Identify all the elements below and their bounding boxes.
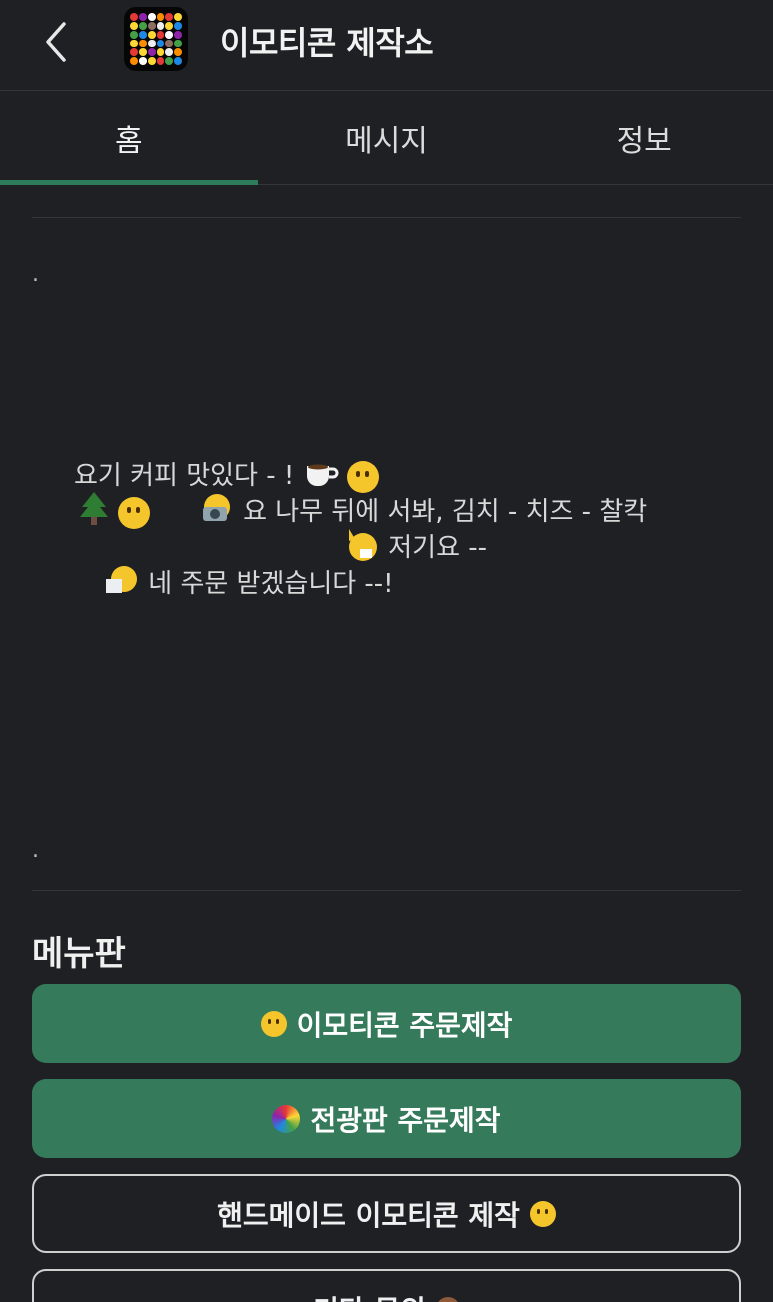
coffee-icon <box>303 458 339 495</box>
emoji-face-icon <box>260 1010 287 1037</box>
header: 이모티콘 제작소 <box>0 0 773 91</box>
other-inquiry-button[interactable]: 기타 문의 <box>32 1269 741 1302</box>
emoji-face-icon <box>529 1200 556 1227</box>
tree-icon <box>78 491 110 534</box>
camera-icon <box>199 493 235 532</box>
tab-home[interactable]: 홈 <box>0 91 258 185</box>
app-root: 이모티콘 제작소 홈 메시지 정보 . 요기 커피 맛있다 - ! 요 나무 뒤… <box>0 0 773 1302</box>
page-title: 이모티콘 제작소 <box>220 24 434 62</box>
intro-dot-top: . <box>32 262 39 287</box>
rainbow-face-icon <box>272 1104 301 1133</box>
order-emoticon-label: 이모티콘 주문제작 <box>296 1008 513 1042</box>
intro-line-4: 네 주문 받겠습니다 --! <box>104 563 394 604</box>
bear-icon <box>435 1296 460 1302</box>
intro-line-3-text: 저기요 -- <box>388 533 488 563</box>
intro-dot-bottom: . <box>32 838 39 863</box>
tab-info[interactable]: 정보 <box>515 91 773 184</box>
order-billboard-label: 전광판 주문제작 <box>310 1103 501 1137</box>
notepad-icon <box>104 565 140 604</box>
intro-line-2-text: 요 나무 뒤에 서봐, 김치 - 치즈 - 찰칵 <box>243 497 648 527</box>
handmade-emoticon-button[interactable]: 핸드메이드 이모티콘 제작 <box>32 1174 741 1253</box>
divider-top <box>32 217 741 218</box>
divider-bottom <box>32 890 741 891</box>
tab-bar: 홈 메시지 정보 <box>0 91 773 185</box>
channel-avatar[interactable] <box>124 7 188 71</box>
order-billboard-button[interactable]: 전광판 주문제작 <box>32 1079 741 1158</box>
emoji-face-icon <box>346 460 379 493</box>
order-emoticon-button[interactable]: 이모티콘 주문제작 <box>32 984 741 1063</box>
handmade-emoticon-label: 핸드메이드 이모티콘 제작 <box>217 1198 520 1232</box>
back-button[interactable] <box>32 18 80 66</box>
intro-line-1: 요기 커피 맛있다 - ! <box>74 455 379 495</box>
other-inquiry-label: 기타 문의 <box>313 1289 426 1302</box>
tab-messages[interactable]: 메시지 <box>258 91 516 184</box>
intro-line-4-text: 네 주문 받겠습니다 --! <box>148 569 394 599</box>
chevron-left-icon <box>46 22 66 62</box>
emoji-face-icon <box>118 496 151 529</box>
intro-line-1-text: 요기 커피 맛있다 - ! <box>74 461 295 491</box>
menu-section-title: 메뉴판 <box>32 934 126 974</box>
